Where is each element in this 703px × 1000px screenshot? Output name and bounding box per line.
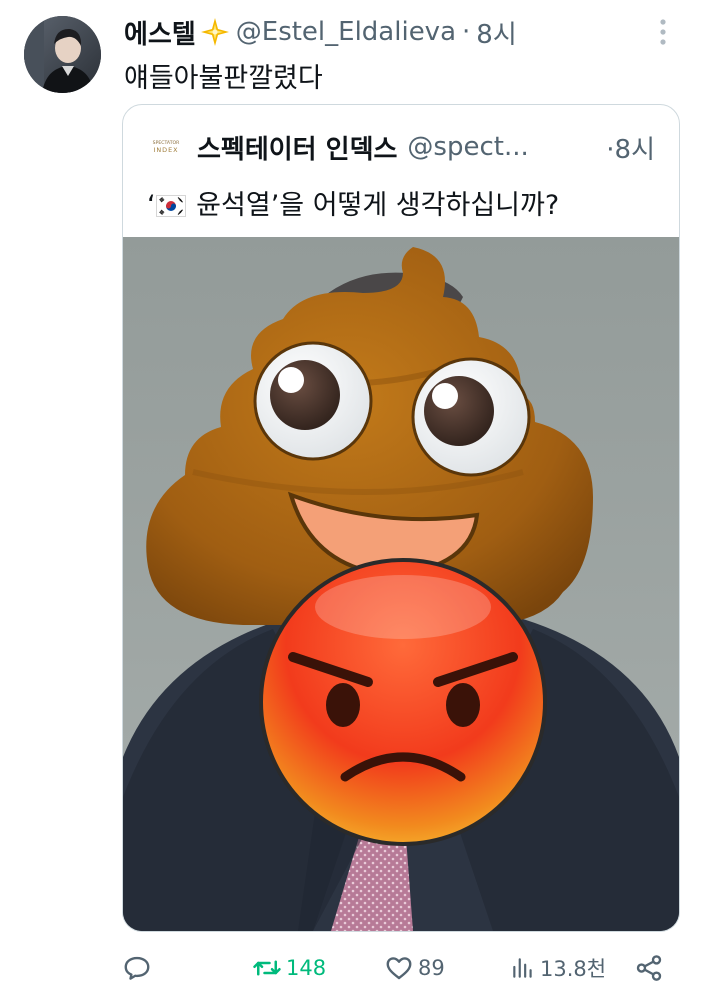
timestamp[interactable]: 8시: [476, 14, 516, 51]
korea-flag-icon: [155, 193, 186, 217]
reply-button[interactable]: [122, 950, 156, 986]
retweet-icon: [253, 960, 281, 976]
views-button[interactable]: 13.8천: [510, 950, 606, 986]
avatar-image: [24, 16, 101, 93]
like-count: 89: [418, 956, 445, 980]
views-count: 13.8천: [540, 957, 607, 981]
retweet-count: 148: [286, 956, 327, 980]
quote-text-open: ‘: [147, 190, 156, 221]
quote-timestamp[interactable]: ·8시: [606, 129, 655, 166]
reply-icon: [124, 956, 150, 980]
share-icon: [636, 955, 662, 981]
like-icon: [386, 957, 412, 980]
display-name[interactable]: 에스텔: [124, 14, 196, 51]
quote-separator-dot: ·: [606, 134, 615, 165]
avatar[interactable]: [24, 16, 101, 93]
quote-media-image[interactable]: [123, 237, 679, 931]
retweet-button[interactable]: 148: [252, 950, 326, 986]
tweet-header: 에스텔 @Estel_Eldalieva · 8시: [124, 14, 663, 50]
share-button[interactable]: [634, 950, 664, 986]
quote-text-body: 윤석열’을 어떻게 생각하십니까?: [187, 190, 560, 221]
more-icon[interactable]: [659, 18, 667, 46]
quote-header: SPECTATOR INDEX 스펙테이터 인덱스 @spect... ·8시: [147, 127, 655, 167]
quote-text: ‘ 윤석열’을 어떻게 생각하십니까?: [147, 183, 559, 222]
handle[interactable]: @Estel_Eldalieva: [236, 17, 456, 47]
quoted-tweet[interactable]: SPECTATOR INDEX 스펙테이터 인덱스 @spect... ·8시 …: [122, 104, 680, 932]
like-button[interactable]: 89: [384, 950, 445, 986]
quote-display-name[interactable]: 스펙테이터 인덱스: [197, 129, 397, 166]
quote-time-value: 8시: [614, 134, 655, 165]
quote-handle[interactable]: @spect...: [407, 132, 528, 162]
source-avatar[interactable]: SPECTATOR INDEX: [147, 134, 185, 160]
tweet-text: 얘들아불판깔렸다: [124, 63, 323, 94]
views-icon: [513, 958, 532, 978]
angry-emoji-overlay: [259, 558, 547, 846]
sparkle-icon: [200, 17, 230, 47]
separator-dot: ·: [462, 17, 471, 47]
action-bar: 148 89 13.8천: [122, 950, 670, 986]
source-logo-line2: INDEX: [153, 146, 178, 154]
